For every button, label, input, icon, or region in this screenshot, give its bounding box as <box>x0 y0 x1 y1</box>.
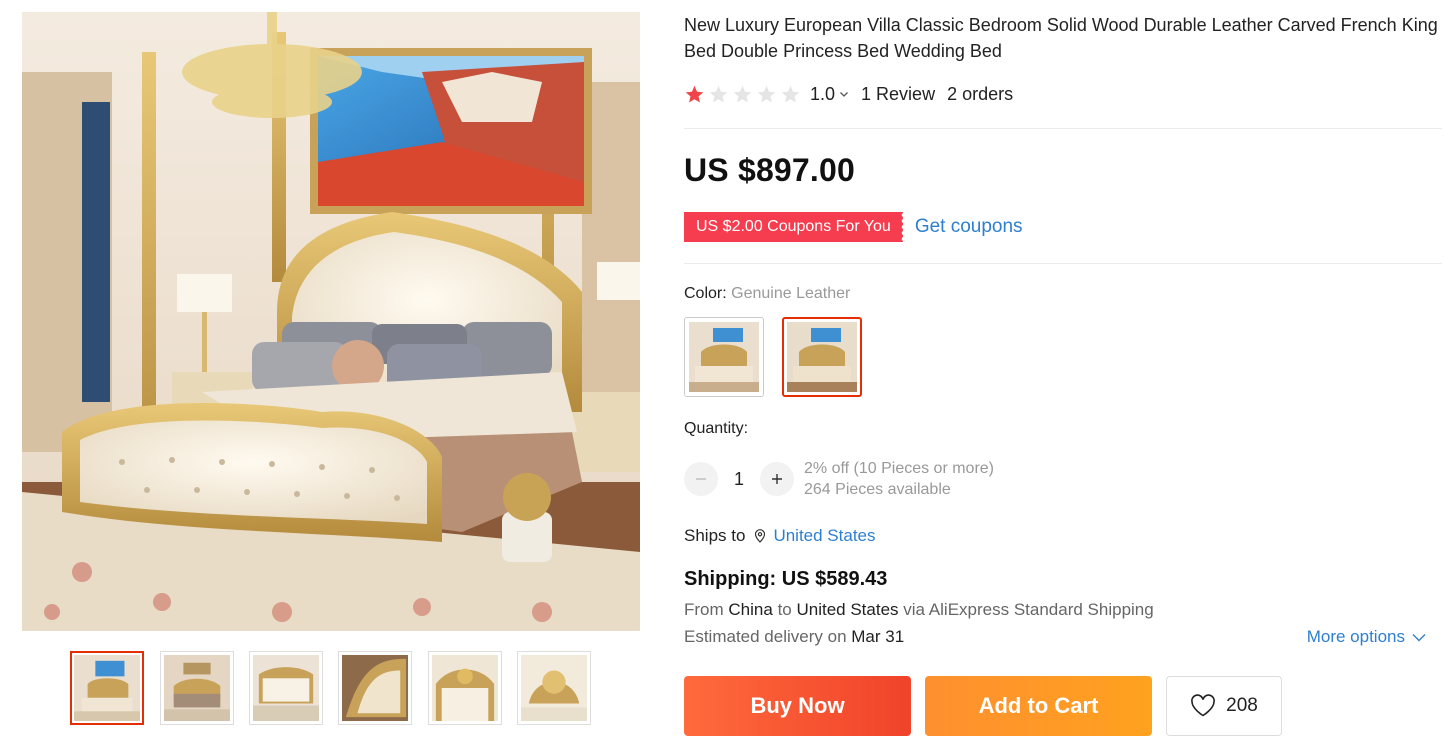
wishlist-count: 208 <box>1226 695 1258 716</box>
thumbnail-image <box>521 655 587 721</box>
swatch-image <box>787 322 857 392</box>
wishlist-button[interactable]: 208 <box>1166 676 1282 736</box>
add-to-cart-button[interactable]: Add to Cart <box>925 676 1152 736</box>
color-option-1[interactable] <box>684 317 764 397</box>
color-label: Color: Genuine Leather <box>684 285 850 303</box>
quantity-stepper: 1 2% off (10 Pieces or more) 264 Pieces … <box>684 458 994 500</box>
swatch-image <box>689 322 759 392</box>
coupon-row: US $2.00 Coupons For You Get coupons <box>681 211 1023 243</box>
quantity-value[interactable]: 1 <box>718 469 760 490</box>
ships-to-row: Ships to United States <box>684 526 876 546</box>
color-selected-value: Genuine Leather <box>731 285 851 302</box>
rating-row: 1.0 1 Review 2 orders <box>684 81 1013 107</box>
quantity-decrease-button[interactable] <box>684 462 718 496</box>
bulk-discount-text: 2% off (10 Pieces or more) <box>804 460 995 477</box>
star-empty-icon <box>733 85 752 103</box>
destination-country: United States <box>796 600 899 619</box>
minus-icon <box>696 478 706 480</box>
estimated-delivery: Estimated delivery on Mar 31 <box>684 627 904 647</box>
shipping-route: From China to United States via AliExpre… <box>684 600 1154 620</box>
thumbnail-2[interactable] <box>160 651 234 725</box>
star-empty-icon <box>709 85 728 103</box>
thumbnail-image <box>342 655 408 721</box>
thumbnail-image <box>432 655 498 721</box>
plus-icon <box>772 474 782 484</box>
to-word: to <box>777 600 792 619</box>
thumbnail-3[interactable] <box>249 651 323 725</box>
location-pin-icon <box>755 529 766 543</box>
shipping-cost: Shipping: US $589.43 <box>684 568 888 590</box>
ships-to-country-link[interactable]: United States <box>773 526 875 546</box>
thumbnail-image <box>164 655 230 721</box>
star-empty-icon <box>781 85 800 103</box>
thumbnail-4[interactable] <box>338 651 412 725</box>
bedroom-illustration <box>22 12 640 631</box>
quantity-increase-button[interactable] <box>760 462 794 496</box>
chevron-down-icon <box>1412 633 1426 641</box>
divider <box>684 128 1442 129</box>
more-options-label: More options <box>1306 627 1405 646</box>
product-price: US $897.00 <box>684 152 856 188</box>
rating-value[interactable]: 1.0 <box>810 84 835 105</box>
thumbnail-image <box>74 655 140 721</box>
star-rating <box>684 84 801 105</box>
color-swatches <box>684 317 862 397</box>
thumbnail-6[interactable] <box>517 651 591 725</box>
origin-country: China <box>728 600 773 619</box>
coupon-badge: US $2.00 Coupons For You <box>681 212 904 242</box>
color-option-genuine-leather[interactable] <box>782 317 862 397</box>
thumbnail-1[interactable] <box>70 651 144 725</box>
thumbnail-5[interactable] <box>428 651 502 725</box>
get-coupons-link[interactable]: Get coupons <box>915 216 1023 238</box>
product-title: New Luxury European Villa Classic Bedroo… <box>684 15 1438 61</box>
thumbnail-image <box>253 655 319 721</box>
star-empty-icon <box>757 85 776 103</box>
divider <box>684 263 1442 264</box>
reviews-link[interactable]: 1 Review <box>861 84 935 105</box>
main-product-image[interactable] <box>22 12 640 631</box>
color-label-text: Color: <box>684 285 727 302</box>
orders-count: 2 orders <box>947 83 1014 104</box>
heart-icon <box>1191 694 1215 717</box>
more-shipping-options-link[interactable]: More options <box>1307 627 1426 647</box>
delivery-date: Mar 31 <box>851 627 905 646</box>
from-prefix: From <box>684 600 724 619</box>
shipping-method: via AliExpress Standard Shipping <box>903 600 1154 619</box>
stock-available-text: 264 Pieces available <box>804 481 951 498</box>
buy-now-button[interactable]: Buy Now <box>684 676 911 736</box>
chevron-down-icon[interactable] <box>839 89 849 99</box>
quantity-info: 2% off (10 Pieces or more) 264 Pieces av… <box>804 458 994 500</box>
purchase-actions: Buy Now Add to Cart 208 <box>684 676 1282 736</box>
ships-to-label: Ships to <box>684 526 746 545</box>
quantity-label: Quantity: <box>684 420 749 437</box>
star-filled-icon <box>685 85 704 103</box>
delivery-prefix: Estimated delivery on <box>684 627 847 646</box>
